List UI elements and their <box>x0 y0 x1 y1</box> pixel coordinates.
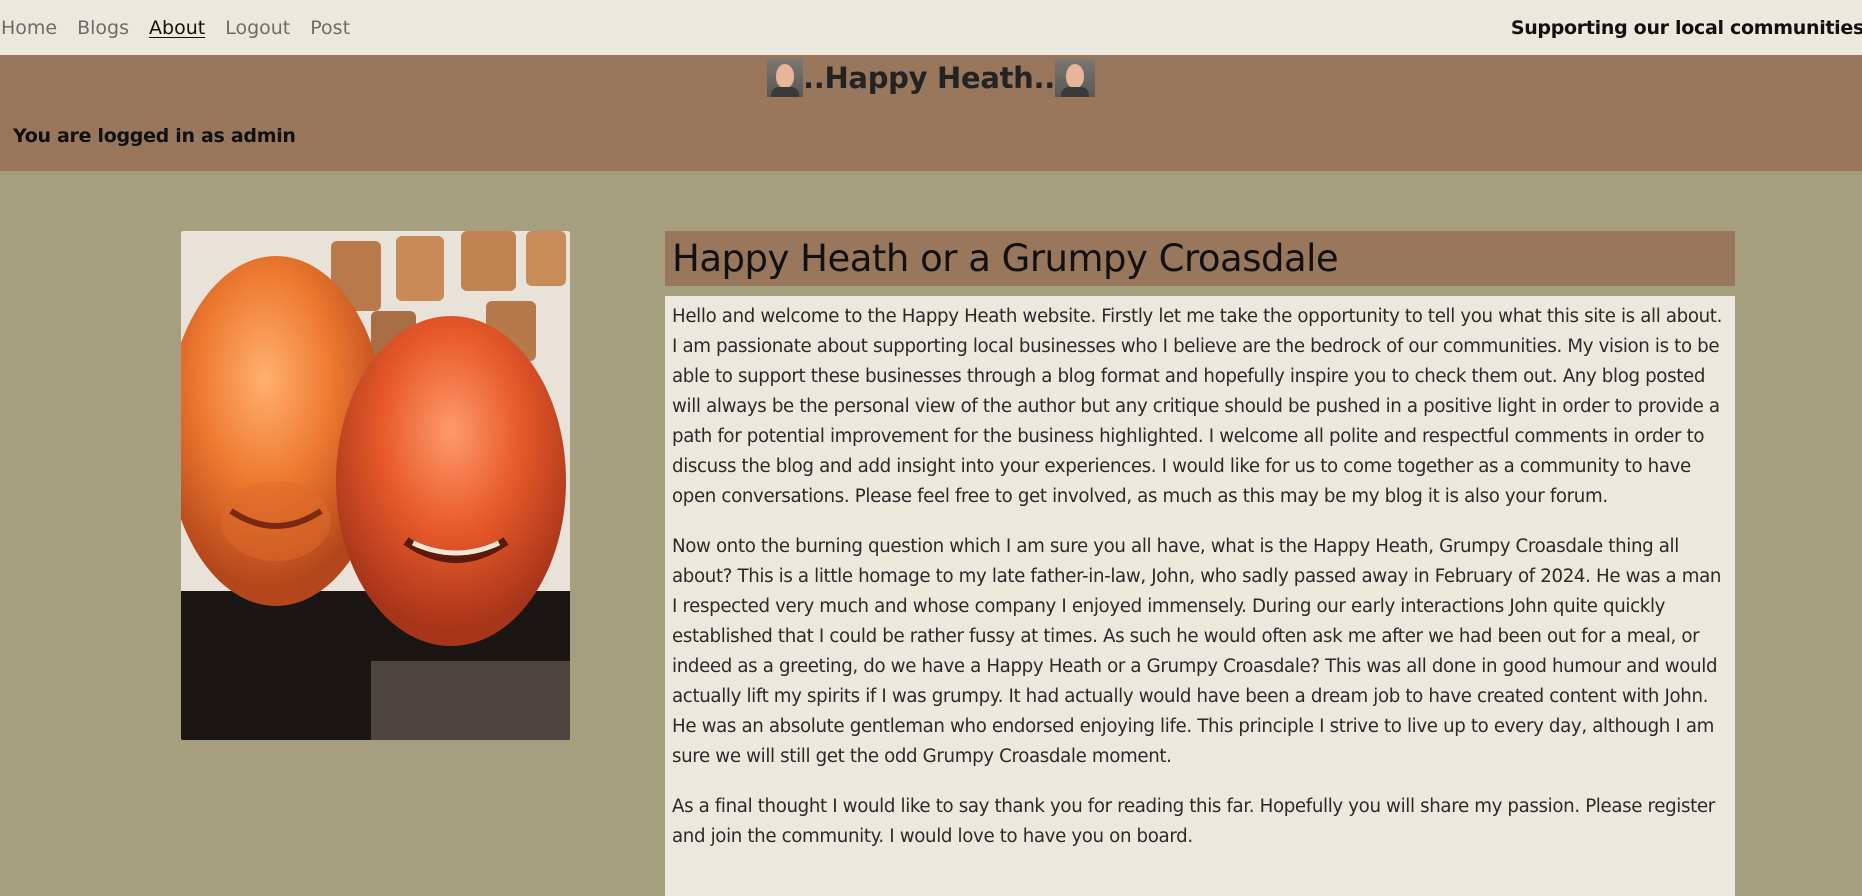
article-paragraph: Hello and welcome to the Happy Heath web… <box>672 306 1723 507</box>
bald-man-avatar-icon <box>767 59 804 97</box>
top-navbar: Home Blogs About Logout Post Supporting … <box>0 0 1862 55</box>
header-banner: ..Happy Heath.. You are logged in as adm… <box>0 55 1862 171</box>
nav-link-blogs[interactable]: Blogs <box>77 7 129 49</box>
site-title: ..Happy Heath.. <box>0 59 1862 97</box>
nav-link-post[interactable]: Post <box>310 7 350 49</box>
nav-link-logout[interactable]: Logout <box>225 7 290 49</box>
article-body: Hello and welcome to the Happy Heath web… <box>665 296 1735 896</box>
nav-link-home[interactable]: Home <box>1 7 57 49</box>
logged-in-status: You are logged in as admin <box>13 125 296 147</box>
bald-man-avatar-icon <box>1054 59 1095 97</box>
about-article: Happy Heath or a Grumpy Croasdale Hello … <box>665 231 1735 896</box>
article-paragraph: Now onto the burning question which I am… <box>672 536 1722 767</box>
author-photo <box>181 231 570 740</box>
article-paragraph: As a final thought I would like to say t… <box>672 796 1715 847</box>
site-tagline: Supporting our local communities <box>1510 16 1862 39</box>
nav-links: Home Blogs About Logout Post <box>0 7 370 49</box>
article-heading: Happy Heath or a Grumpy Croasdale <box>665 231 1735 286</box>
site-title-text: ..Happy Heath.. <box>803 61 1055 95</box>
nav-link-about[interactable]: About <box>149 7 205 49</box>
